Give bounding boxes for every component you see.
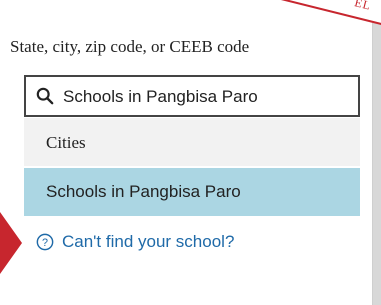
question-circle-icon: ? <box>36 233 54 251</box>
suggestion-option[interactable]: Schools in Pangbisa Paro <box>24 168 360 216</box>
search-field-label: State, city, zip code, or CEEB code <box>10 37 250 56</box>
cant-find-school-label: Can't find your school? <box>62 232 235 251</box>
svg-text:?: ? <box>42 237 48 249</box>
corner-tab: EL <box>264 0 381 31</box>
suggestion-option-label: Schools in Pangbisa Paro <box>46 182 241 201</box>
group-header-label: Cities <box>46 133 86 152</box>
group-header-cities: Cities <box>24 118 360 166</box>
corner-tab-text: EL <box>353 0 373 13</box>
search-icon <box>36 87 54 105</box>
search-box[interactable] <box>24 75 360 117</box>
red-arrow-pointer <box>0 212 22 274</box>
search-suggestions-dropdown: Cities Schools in Pangbisa Paro ? Can't … <box>24 118 360 278</box>
search-input[interactable] <box>63 83 353 111</box>
school-search-panel: EL State, city, zip code, or CEEB code C… <box>0 0 381 305</box>
